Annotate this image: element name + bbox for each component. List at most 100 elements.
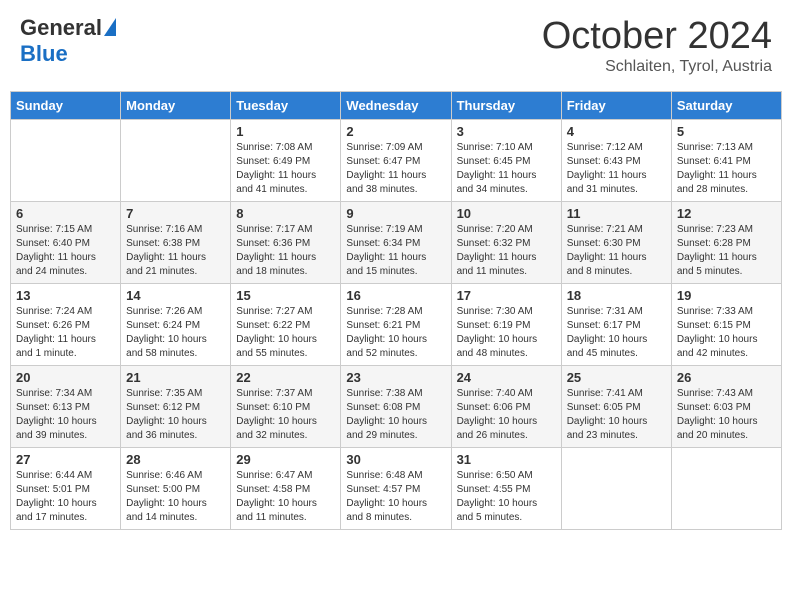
day-info: Sunrise: 6:44 AM Sunset: 5:01 PM Dayligh…	[16, 469, 115, 525]
day-info: Sunrise: 7:08 AM Sunset: 6:49 PM Dayligh…	[236, 141, 335, 197]
day-number: 10	[457, 206, 556, 221]
calendar-week-row: 20Sunrise: 7:34 AM Sunset: 6:13 PM Dayli…	[11, 366, 782, 448]
day-number: 27	[16, 452, 115, 467]
day-number: 12	[677, 206, 776, 221]
calendar-day-cell: 5 Sunrise: 7:13 AM Sunset: 6:41 PM Daylig…	[671, 120, 781, 202]
day-number: 5	[677, 124, 776, 139]
calendar-day-cell	[561, 448, 671, 530]
day-info: Sunrise: 7:41 AM Sunset: 6:05 PM Dayligh…	[567, 387, 666, 443]
calendar-day-cell: 16 Sunrise: 7:28 AM Sunset: 6:21 PM Dayli…	[341, 284, 451, 366]
day-info: Sunrise: 7:43 AM Sunset: 6:03 PM Dayligh…	[677, 387, 776, 443]
day-number: 21	[126, 370, 225, 385]
calendar-day-cell: 25 Sunrise: 7:41 AM Sunset: 6:05 PM Dayli…	[561, 366, 671, 448]
calendar-day-cell: 12 Sunrise: 7:23 AM Sunset: 6:28 PM Dayli…	[671, 202, 781, 284]
calendar-day-cell	[11, 120, 121, 202]
calendar-day-cell	[121, 120, 231, 202]
calendar-day-cell: 13Sunrise: 7:24 AM Sunset: 6:26 PM Dayli…	[11, 284, 121, 366]
day-number: 17	[457, 288, 556, 303]
calendar-day-cell: 11Sunrise: 7:21 AM Sunset: 6:30 PM Dayli…	[561, 202, 671, 284]
calendar-body: 1Sunrise: 7:08 AM Sunset: 6:49 PM Daylig…	[11, 120, 782, 530]
calendar-day-cell: 15Sunrise: 7:27 AM Sunset: 6:22 PM Dayli…	[231, 284, 341, 366]
day-number: 28	[126, 452, 225, 467]
calendar-day-cell: 1Sunrise: 7:08 AM Sunset: 6:49 PM Daylig…	[231, 120, 341, 202]
calendar-week-row: 1Sunrise: 7:08 AM Sunset: 6:49 PM Daylig…	[11, 120, 782, 202]
day-number: 31	[457, 452, 556, 467]
calendar-day-cell: 31 Sunrise: 6:50 AM Sunset: 4:55 PM Dayli…	[451, 448, 561, 530]
day-number: 19	[677, 288, 776, 303]
day-number: 7	[126, 206, 225, 221]
day-info: Sunrise: 7:34 AM Sunset: 6:13 PM Dayligh…	[16, 387, 115, 443]
calendar-day-cell: 2Sunrise: 7:09 AM Sunset: 6:47 PM Daylig…	[341, 120, 451, 202]
day-number: 15	[236, 288, 335, 303]
calendar-header-row: SundayMondayTuesdayWednesdayThursdayFrid…	[11, 92, 782, 120]
page-header: General Blue October 2024 Schlaiten, Tyr…	[10, 10, 782, 81]
day-number: 11	[567, 206, 666, 221]
calendar-day-cell: 20Sunrise: 7:34 AM Sunset: 6:13 PM Dayli…	[11, 366, 121, 448]
day-info: Sunrise: 6:48 AM Sunset: 4:57 PM Dayligh…	[346, 469, 445, 525]
day-number: 24	[457, 370, 556, 385]
location-subtitle: Schlaiten, Tyrol, Austria	[542, 58, 772, 76]
day-number: 6	[16, 206, 115, 221]
day-number: 29	[236, 452, 335, 467]
day-info: Sunrise: 7:35 AM Sunset: 6:12 PM Dayligh…	[126, 387, 225, 443]
day-info: Sunrise: 7:13 AM Sunset: 6:41 PM Dayligh…	[677, 141, 776, 197]
logo: General Blue	[20, 15, 116, 67]
day-info: Sunrise: 7:10 AM Sunset: 6:45 PM Dayligh…	[457, 141, 556, 197]
day-number: 30	[346, 452, 445, 467]
day-info: Sunrise: 6:50 AM Sunset: 4:55 PM Dayligh…	[457, 469, 556, 525]
day-info: Sunrise: 7:20 AM Sunset: 6:32 PM Dayligh…	[457, 223, 556, 279]
day-info: Sunrise: 7:19 AM Sunset: 6:34 PM Dayligh…	[346, 223, 445, 279]
calendar-day-cell: 26 Sunrise: 7:43 AM Sunset: 6:03 PM Dayli…	[671, 366, 781, 448]
calendar-day-cell: 21 Sunrise: 7:35 AM Sunset: 6:12 PM Dayli…	[121, 366, 231, 448]
day-number: 23	[346, 370, 445, 385]
weekday-header: Monday	[121, 92, 231, 120]
calendar-week-row: 6 Sunrise: 7:15 AM Sunset: 6:40 PM Daylig…	[11, 202, 782, 284]
day-number: 16	[346, 288, 445, 303]
calendar-day-cell: 14Sunrise: 7:26 AM Sunset: 6:24 PM Dayli…	[121, 284, 231, 366]
day-number: 2	[346, 124, 445, 139]
day-info: Sunrise: 7:30 AM Sunset: 6:19 PM Dayligh…	[457, 305, 556, 361]
month-title: October 2024	[542, 15, 772, 58]
day-info: Sunrise: 7:12 AM Sunset: 6:43 PM Dayligh…	[567, 141, 666, 197]
calendar-day-cell: 4Sunrise: 7:12 AM Sunset: 6:43 PM Daylig…	[561, 120, 671, 202]
calendar-day-cell: 6 Sunrise: 7:15 AM Sunset: 6:40 PM Daylig…	[11, 202, 121, 284]
weekday-header: Thursday	[451, 92, 561, 120]
calendar-day-cell: 9Sunrise: 7:19 AM Sunset: 6:34 PM Daylig…	[341, 202, 451, 284]
calendar-day-cell	[671, 448, 781, 530]
calendar-day-cell: 27 Sunrise: 6:44 AM Sunset: 5:01 PM Dayli…	[11, 448, 121, 530]
weekday-header: Wednesday	[341, 92, 451, 120]
day-number: 8	[236, 206, 335, 221]
day-number: 13	[16, 288, 115, 303]
calendar-day-cell: 23Sunrise: 7:38 AM Sunset: 6:08 PM Dayli…	[341, 366, 451, 448]
calendar-day-cell: 22Sunrise: 7:37 AM Sunset: 6:10 PM Dayli…	[231, 366, 341, 448]
day-info: Sunrise: 7:37 AM Sunset: 6:10 PM Dayligh…	[236, 387, 335, 443]
day-info: Sunrise: 7:23 AM Sunset: 6:28 PM Dayligh…	[677, 223, 776, 279]
weekday-header: Friday	[561, 92, 671, 120]
logo-triangle-icon	[104, 18, 116, 36]
calendar-day-cell: 30 Sunrise: 6:48 AM Sunset: 4:57 PM Dayli…	[341, 448, 451, 530]
logo-blue: Blue	[20, 41, 68, 67]
calendar-week-row: 13Sunrise: 7:24 AM Sunset: 6:26 PM Dayli…	[11, 284, 782, 366]
day-number: 3	[457, 124, 556, 139]
day-info: Sunrise: 7:15 AM Sunset: 6:40 PM Dayligh…	[16, 223, 115, 279]
calendar-day-cell: 3 Sunrise: 7:10 AM Sunset: 6:45 PM Daylig…	[451, 120, 561, 202]
day-info: Sunrise: 7:33 AM Sunset: 6:15 PM Dayligh…	[677, 305, 776, 361]
calendar-day-cell: 17 Sunrise: 7:30 AM Sunset: 6:19 PM Dayli…	[451, 284, 561, 366]
day-number: 26	[677, 370, 776, 385]
calendar-week-row: 27 Sunrise: 6:44 AM Sunset: 5:01 PM Dayli…	[11, 448, 782, 530]
weekday-header: Tuesday	[231, 92, 341, 120]
calendar-day-cell: 18Sunrise: 7:31 AM Sunset: 6:17 PM Dayli…	[561, 284, 671, 366]
calendar-day-cell: 29 Sunrise: 6:47 AM Sunset: 4:58 PM Dayli…	[231, 448, 341, 530]
calendar-day-cell: 19 Sunrise: 7:33 AM Sunset: 6:15 PM Dayli…	[671, 284, 781, 366]
title-section: October 2024 Schlaiten, Tyrol, Austria	[542, 15, 772, 76]
day-info: Sunrise: 7:40 AM Sunset: 6:06 PM Dayligh…	[457, 387, 556, 443]
day-info: Sunrise: 6:47 AM Sunset: 4:58 PM Dayligh…	[236, 469, 335, 525]
day-number: 25	[567, 370, 666, 385]
calendar-day-cell: 24 Sunrise: 7:40 AM Sunset: 6:06 PM Dayli…	[451, 366, 561, 448]
day-info: Sunrise: 7:16 AM Sunset: 6:38 PM Dayligh…	[126, 223, 225, 279]
day-info: Sunrise: 7:26 AM Sunset: 6:24 PM Dayligh…	[126, 305, 225, 361]
calendar-day-cell: 10 Sunrise: 7:20 AM Sunset: 6:32 PM Dayli…	[451, 202, 561, 284]
calendar-day-cell: 7 Sunrise: 7:16 AM Sunset: 6:38 PM Daylig…	[121, 202, 231, 284]
day-info: Sunrise: 7:28 AM Sunset: 6:21 PM Dayligh…	[346, 305, 445, 361]
day-info: Sunrise: 6:46 AM Sunset: 5:00 PM Dayligh…	[126, 469, 225, 525]
